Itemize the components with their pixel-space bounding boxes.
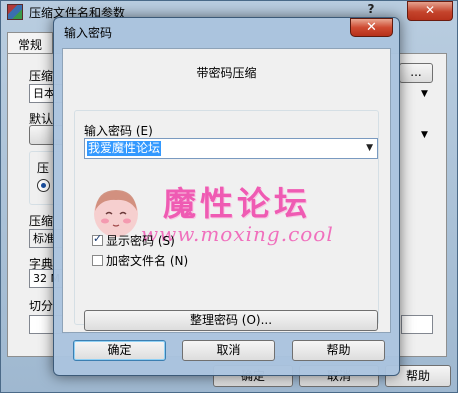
- back-mode-label: 压缩: [29, 214, 54, 228]
- watermark-brand-text: 魔性论坛: [163, 184, 311, 223]
- password-dropdown-arrow[interactable]: ▼: [366, 143, 373, 153]
- back-profile-value: 日本: [33, 87, 55, 100]
- back-update-dropdown-arrow[interactable]: ▼: [421, 130, 428, 140]
- dialog-subtitle: 带密码压缩: [196, 66, 257, 80]
- dialog-close-button[interactable]: ✕: [350, 18, 393, 37]
- password-input[interactable]: 我爱魔性论坛 ▼: [84, 138, 378, 159]
- ok-button[interactable]: 确定: [73, 340, 166, 361]
- password-dialog-title: 输入密码: [64, 25, 113, 40]
- password-dialog-titlebar: 输入密码: [54, 18, 399, 46]
- organize-passwords-button[interactable]: 整理密码 (O)...: [84, 310, 378, 331]
- encrypt-names-option[interactable]: 加密文件名 (N): [92, 252, 188, 269]
- back-mode-value: 标准: [33, 232, 55, 245]
- show-password-option[interactable]: 显示密码 (S): [92, 232, 175, 249]
- encrypt-names-label: 加密文件名 (N): [106, 254, 189, 268]
- show-password-checkbox[interactable]: [92, 232, 103, 246]
- back-format-radio[interactable]: [37, 179, 50, 192]
- password-label: 输入密码 (E): [84, 124, 153, 138]
- back-format-label: 压缩: [29, 69, 54, 83]
- cancel-button[interactable]: 取消: [182, 340, 275, 361]
- encrypt-names-checkbox[interactable]: [92, 255, 103, 266]
- help-button[interactable]: 帮助: [292, 340, 385, 361]
- back-browse-button[interactable]: ...: [399, 63, 433, 83]
- back-help-title-button[interactable]: ?: [361, 1, 381, 17]
- back-split-label: 切分: [29, 299, 54, 313]
- password-dialog-body: 带密码压缩 输入密码 (E) 我爱魔性论坛 ▼ 魔性论坛 www.moxing.…: [62, 48, 391, 333]
- show-password-label: 显示密码 (S): [106, 234, 175, 248]
- back-split-unit-field[interactable]: [401, 315, 433, 334]
- password-dialog: 输入密码 ✕ 带密码压缩 输入密码 (E) 我爱魔性论坛 ▼ 魔性论坛 www.…: [53, 17, 400, 376]
- winrar-app-icon: [7, 4, 23, 20]
- back-method-label: 压: [37, 161, 50, 175]
- password-input-value: 我爱魔性论坛: [87, 141, 162, 156]
- back-profile-dropdown-arrow[interactable]: ▼: [421, 89, 428, 99]
- back-close-button[interactable]: ✕: [407, 1, 453, 21]
